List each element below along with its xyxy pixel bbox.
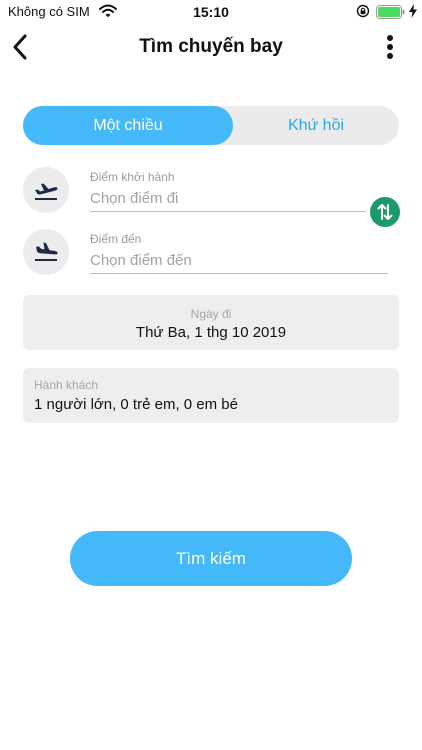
arrival-field[interactable]: Chọn điểm đến xyxy=(90,250,388,274)
round-trip-option[interactable]: Khứ hồi xyxy=(233,106,399,145)
date-value: Thứ Ba, 1 thg 10 2019 xyxy=(135,324,287,341)
departure-date-card[interactable]: Ngày đi Thứ Ba, 1 thg 10 2019 xyxy=(23,295,399,350)
passengers-label: Hành khách xyxy=(34,378,99,392)
search-button[interactable]: Tìm kiếm xyxy=(70,531,352,586)
more-menu-button[interactable] xyxy=(378,32,402,62)
one-way-option[interactable]: Một chiều xyxy=(23,106,233,145)
arrival-label: Điểm đến xyxy=(90,232,142,246)
swap-arrows-icon xyxy=(377,204,393,220)
departure-field[interactable]: Chọn điểm đi xyxy=(90,188,366,212)
orientation-lock-icon xyxy=(356,4,370,23)
status-bar: Không có SIM 15:10 xyxy=(0,0,422,24)
charging-icon xyxy=(409,4,417,23)
passengers-card[interactable]: Hành khách 1 người lớn, 0 trẻ em, 0 em b… xyxy=(23,368,399,423)
nav-bar: Tìm chuyến bay xyxy=(0,24,422,70)
passengers-value: 1 người lớn, 0 trẻ em, 0 em bé xyxy=(34,396,238,413)
takeoff-icon xyxy=(23,167,69,213)
more-vertical-icon xyxy=(387,35,393,59)
date-label: Ngày đi xyxy=(190,307,232,321)
trip-type-segmented-control: Một chiều Khứ hồi xyxy=(23,106,399,145)
swap-button[interactable] xyxy=(370,197,400,227)
landing-icon xyxy=(23,229,69,275)
departure-label: Điểm khởi hành xyxy=(90,170,175,184)
battery-icon xyxy=(376,5,406,24)
page-title: Tìm chuyến bay xyxy=(139,36,283,57)
